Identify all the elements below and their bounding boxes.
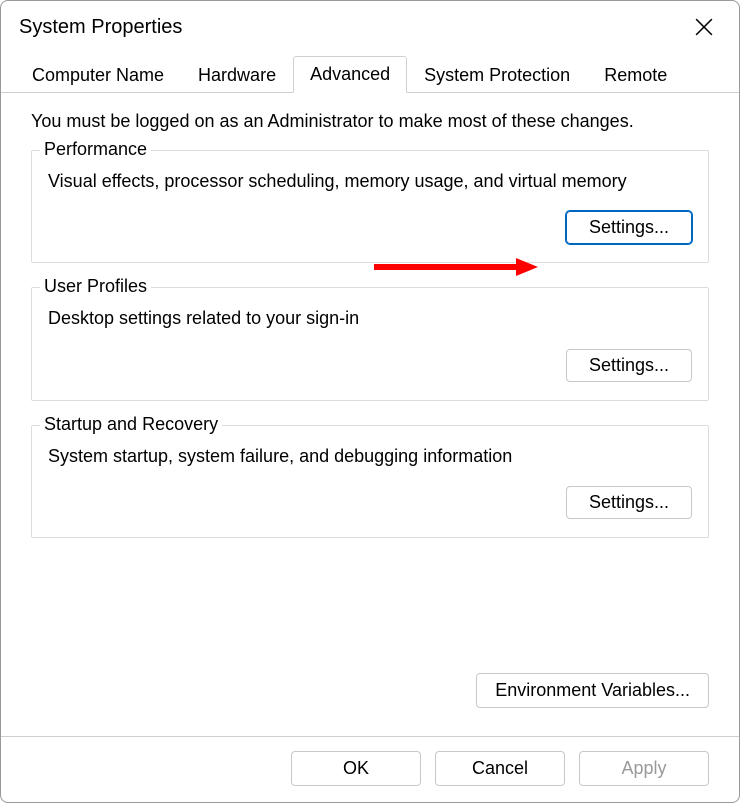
tab-content-advanced: You must be logged on as an Administrato… (1, 93, 739, 679)
performance-settings-button[interactable]: Settings... (566, 211, 692, 244)
performance-legend: Performance (40, 139, 151, 160)
ok-button[interactable]: OK (291, 751, 421, 786)
tab-remote[interactable]: Remote (587, 57, 684, 93)
system-properties-window: System Properties Computer Name Hardware… (0, 0, 740, 803)
startup-recovery-btn-row: Settings... (48, 486, 692, 519)
tab-computer-name[interactable]: Computer Name (15, 57, 181, 93)
environment-variables-button[interactable]: Environment Variables... (476, 673, 709, 708)
dialog-footer: OK Cancel Apply (1, 736, 739, 802)
admin-notice: You must be logged on as an Administrato… (31, 111, 709, 132)
close-icon (695, 18, 713, 36)
performance-group: Performance Visual effects, processor sc… (31, 150, 709, 263)
env-vars-row: Environment Variables... (1, 673, 739, 708)
window-title: System Properties (19, 16, 182, 39)
performance-btn-row: Settings... (48, 211, 692, 244)
user-profiles-settings-button[interactable]: Settings... (566, 349, 692, 382)
user-profiles-legend: User Profiles (40, 276, 151, 297)
user-profiles-desc: Desktop settings related to your sign-in (48, 306, 692, 330)
apply-button[interactable]: Apply (579, 751, 709, 786)
tab-strip: Computer Name Hardware Advanced System P… (1, 49, 739, 93)
close-button[interactable] (693, 13, 721, 41)
startup-recovery-settings-button[interactable]: Settings... (566, 486, 692, 519)
startup-recovery-group: Startup and Recovery System startup, sys… (31, 425, 709, 538)
tab-advanced[interactable]: Advanced (293, 56, 407, 93)
tab-system-protection[interactable]: System Protection (407, 57, 587, 93)
user-profiles-group: User Profiles Desktop settings related t… (31, 287, 709, 400)
user-profiles-btn-row: Settings... (48, 349, 692, 382)
performance-desc: Visual effects, processor scheduling, me… (48, 169, 692, 193)
startup-recovery-legend: Startup and Recovery (40, 414, 222, 435)
tab-hardware[interactable]: Hardware (181, 57, 293, 93)
startup-recovery-desc: System startup, system failure, and debu… (48, 444, 692, 468)
cancel-button[interactable]: Cancel (435, 751, 565, 786)
titlebar: System Properties (1, 1, 739, 49)
